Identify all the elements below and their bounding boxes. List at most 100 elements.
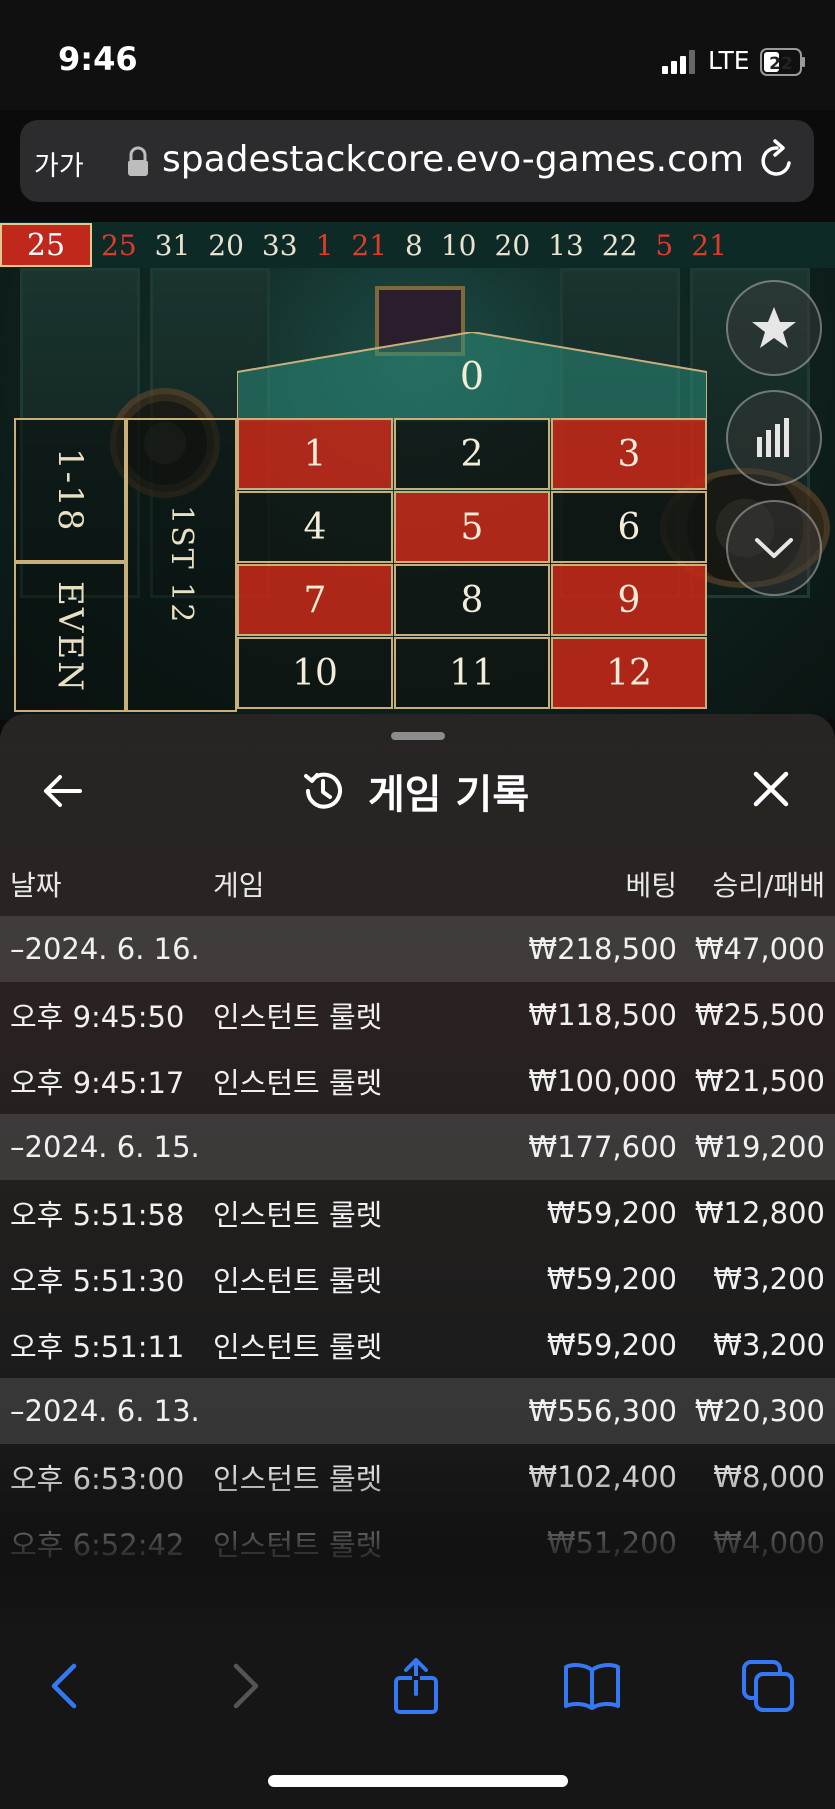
result-number: 13 [548, 228, 584, 262]
row-winloss: ₩25,500 [694, 998, 825, 1032]
result-number: 8 [405, 228, 423, 262]
result-number: 1 [315, 228, 334, 262]
list-fade-overlay [0, 1459, 835, 1624]
sheet-drag-handle[interactable] [391, 732, 445, 740]
group-bet-total: ₩218,500 [528, 932, 677, 966]
row-game: 인스턴트 룰렛 [213, 1264, 383, 1298]
bet-number-7[interactable]: 7 [237, 564, 393, 636]
bet-number-4[interactable]: 4 [237, 491, 393, 563]
share-icon[interactable] [386, 1656, 446, 1716]
bet-number-3[interactable]: 3 [551, 418, 707, 490]
row-bet: ₩59,200 [546, 1262, 677, 1296]
sheet-title-text: 게임 기록 [368, 772, 530, 818]
row-bet: ₩59,200 [546, 1328, 677, 1362]
network-label: LTE [708, 46, 750, 75]
history-row[interactable]: 오후 9:45:50 인스턴트 룰렛 ₩118,500 ₩25,500 [0, 982, 835, 1048]
close-icon[interactable] [748, 766, 794, 812]
row-game: 인스턴트 룰렛 [213, 1000, 383, 1034]
bet-low-1-18[interactable]: 1-18 [14, 418, 126, 562]
bet-number-11[interactable]: 11 [394, 637, 550, 709]
favourites-button[interactable] [726, 280, 822, 376]
bet-number-1[interactable]: 1 [237, 418, 393, 490]
history-row[interactable]: 오후 5:51:30 인스턴트 룰렛 ₩59,200 ₩3,200 [0, 1246, 835, 1312]
group-bet-total: ₩177,600 [528, 1130, 677, 1164]
forward-icon[interactable] [214, 1656, 274, 1716]
history-row[interactable]: 오후 9:45:17 인스턴트 룰렛 ₩100,000 ₩21,500 [0, 1048, 835, 1114]
group-date: –2024. 6. 15. [10, 1130, 200, 1164]
group-winloss-total: ₩47,000 [694, 932, 825, 966]
address-bar[interactable]: 가가 spadestackcore.evo-games.com [20, 120, 814, 202]
battery-level: 22 [769, 54, 793, 74]
result-number: 20 [494, 228, 531, 262]
lock-icon [128, 146, 148, 176]
signal-icon [662, 50, 695, 74]
roulette-game-view: 0 1-18 EVEN 1ST 12 1 2 3 4 5 6 7 8 9 10 11 12 [0, 268, 835, 720]
group-winloss-total: ₩19,200 [694, 1130, 825, 1164]
date-group-row[interactable]: –2024. 6. 16. ₩218,500 ₩47,000 [0, 916, 835, 982]
result-number: 33 [261, 228, 298, 262]
result-number: 21 [691, 228, 727, 262]
result-number: 10 [440, 228, 477, 262]
group-date: –2024. 6. 16. [10, 932, 200, 966]
row-time: 오후 9:45:50 [10, 1000, 185, 1034]
dozen-label: 1ST 12 [164, 505, 199, 625]
zero-label: 0 [459, 354, 485, 398]
history-row[interactable]: 오후 5:51:58 인스턴트 룰렛 ₩59,200 ₩12,800 [0, 1180, 835, 1246]
bet-number-8[interactable]: 8 [394, 564, 550, 636]
history-row[interactable]: 오후 5:51:11 인스턴트 룰렛 ₩59,200 ₩3,200 [0, 1312, 835, 1378]
reader-text-size-button[interactable]: 가가 [34, 144, 84, 183]
result-number: 20 [208, 228, 244, 262]
date-group-row[interactable]: –2024. 6. 15. ₩177,600 ₩19,200 [0, 1114, 835, 1180]
row-winloss: ₩21,500 [694, 1064, 825, 1098]
bet-first-dozen[interactable]: 1ST 12 [126, 418, 237, 712]
column-header-date: 날짜 [10, 869, 62, 902]
star-icon [752, 307, 796, 348]
row-game: 인스턴트 룰렛 [213, 1066, 383, 1100]
collapse-button[interactable] [726, 500, 822, 596]
row-winloss: ₩12,800 [694, 1196, 825, 1230]
result-number: 31 [154, 228, 191, 262]
chevron-down-icon [755, 538, 793, 558]
group-bet-total: ₩556,300 [528, 1394, 677, 1428]
current-result: 25 [0, 223, 92, 267]
group-winloss-total: ₩20,300 [694, 1394, 825, 1428]
back-icon[interactable] [36, 1656, 96, 1716]
row-bet: ₩118,500 [528, 998, 677, 1032]
bookmarks-icon[interactable] [562, 1656, 622, 1716]
bet-even[interactable]: EVEN [14, 562, 126, 712]
game-history-sheet: 게임 기록 날짜 게임 베팅 승리/패배 –2024. 6. 16. ₩218,5… [0, 714, 835, 1624]
bet-number-10[interactable]: 10 [237, 637, 393, 709]
statistics-button[interactable] [726, 390, 822, 486]
row-time: 오후 5:51:30 [10, 1264, 185, 1298]
bet-number-2[interactable]: 2 [394, 418, 550, 490]
row-time: 오후 5:51:11 [10, 1330, 185, 1364]
column-header-game: 게임 [213, 869, 265, 902]
result-number: 25 [101, 228, 137, 262]
row-winloss: ₩3,200 [713, 1328, 825, 1362]
sheet-title: 게임 기록 [300, 762, 529, 820]
result-number: 5 [655, 228, 674, 262]
bet-number-6[interactable]: 6 [551, 491, 707, 563]
row-game: 인스턴트 룰렛 [213, 1330, 383, 1364]
column-header-winloss: 승리/패배 [712, 869, 825, 902]
back-arrow-icon[interactable] [40, 768, 86, 814]
url-text[interactable]: spadestackcore.evo-games.com [162, 139, 744, 180]
even-label: EVEN [50, 581, 90, 693]
row-time: 오후 9:45:17 [10, 1066, 185, 1100]
home-indicator[interactable] [268, 1775, 568, 1787]
battery-icon: 22 [760, 48, 805, 76]
result-number: 22 [601, 228, 638, 262]
row-bet: ₩100,000 [528, 1064, 677, 1098]
bet-number-12[interactable]: 12 [551, 637, 707, 709]
history-icon [304, 772, 342, 809]
bet-number-5[interactable]: 5 [394, 491, 550, 563]
date-group-row[interactable]: –2024. 6. 13. ₩556,300 ₩20,300 [0, 1378, 835, 1444]
result-number: 21 [351, 228, 388, 262]
statistics-icon [757, 418, 789, 457]
column-header-bet: 베팅 [625, 869, 677, 902]
reload-icon[interactable] [754, 138, 800, 184]
group-date: –2024. 6. 13. [10, 1394, 200, 1428]
tabs-icon[interactable] [738, 1656, 798, 1716]
row-game: 인스턴트 룰렛 [213, 1198, 383, 1232]
bet-number-9[interactable]: 9 [551, 564, 707, 636]
